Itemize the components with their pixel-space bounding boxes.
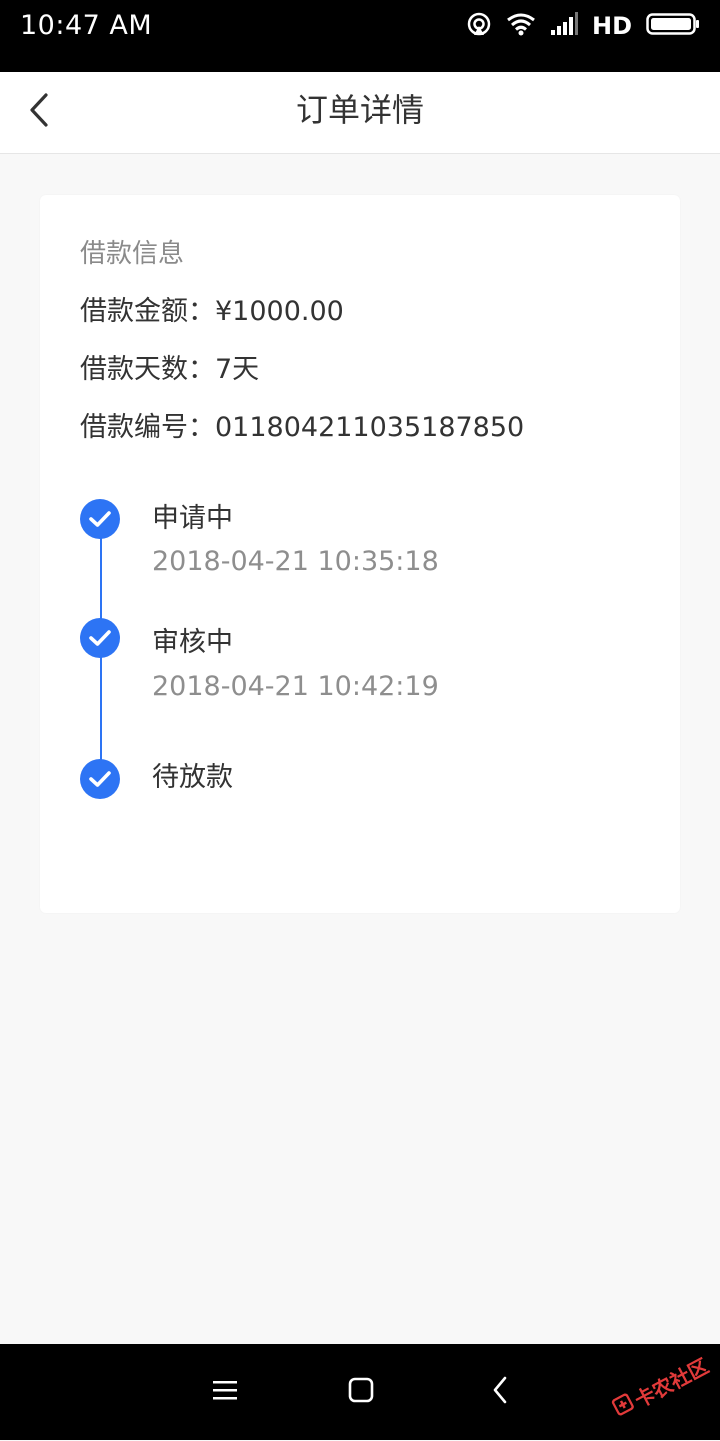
check-circle-icon [80, 618, 120, 658]
network-type-label: HD [591, 12, 632, 40]
loan-number: 借款编号：011804211035187850 [80, 412, 525, 443]
signal-icon [550, 12, 578, 40]
system-back-button[interactable] [476, 1368, 524, 1416]
step-label-reviewing: 审核中 [152, 627, 233, 658]
step-time-reviewing: 2018-04-21 10:42:19 [152, 671, 439, 702]
header: 订单详情 [0, 72, 720, 154]
status-bar: 10:47 AM HD [0, 0, 720, 72]
menu-button[interactable] [201, 1368, 249, 1416]
menu-icon [212, 1379, 238, 1405]
step-time-applying: 2018-04-21 10:35:18 [152, 546, 439, 577]
loan-info-card: 借款信息 借款金额：¥1000.00 借款天数：7天 借款编号：01180421… [40, 195, 680, 913]
battery-icon [646, 12, 700, 40]
page-title: 订单详情 [295, 91, 424, 129]
wifi-icon [506, 12, 536, 40]
watermark-text: 卡农社区 [630, 1353, 713, 1413]
status-icons: HD [466, 10, 700, 42]
check-circle-icon [80, 499, 120, 539]
section-title: 借款信息 [80, 239, 185, 269]
home-button[interactable] [337, 1368, 385, 1416]
step-label-pending-payout: 待放款 [152, 762, 233, 793]
hotspot-icon [466, 11, 492, 41]
step-label-applying: 申请中 [152, 503, 233, 534]
home-square-icon [348, 1377, 374, 1407]
back-triangle-icon [490, 1376, 510, 1408]
check-circle-icon [80, 759, 120, 799]
status-time: 10:47 AM [20, 10, 153, 41]
loan-days: 借款天数：7天 [80, 354, 260, 385]
loan-amount: 借款金额：¥1000.00 [80, 296, 344, 327]
